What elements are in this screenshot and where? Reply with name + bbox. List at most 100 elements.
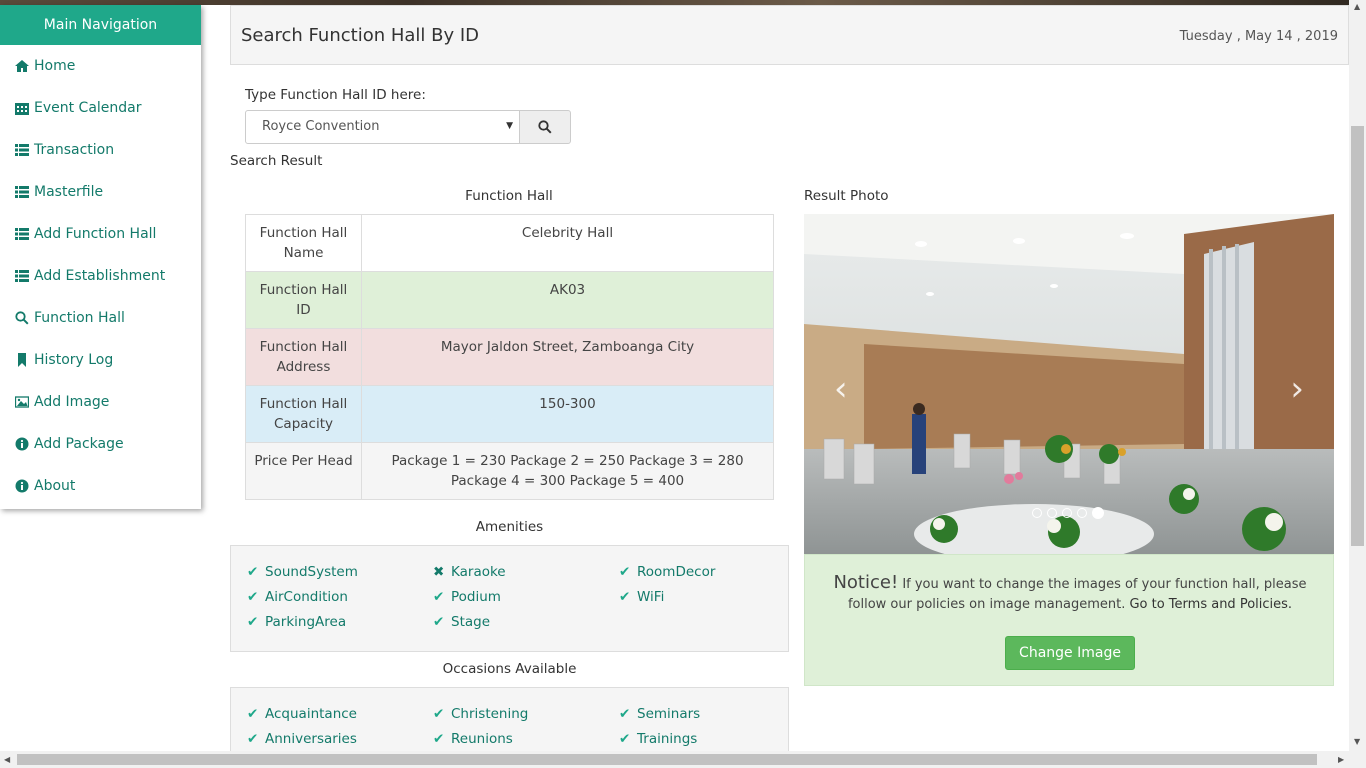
- carousel-indicator[interactable]: [1062, 508, 1072, 518]
- amenities-grid: ✔ SoundSystem ✖ Karaoke ✔ RoomDecor ✔ AirCondit…: [247, 562, 805, 632]
- horizontal-scroll-thumb[interactable]: [17, 754, 1317, 765]
- sidebar-item-home[interactable]: Home: [0, 45, 201, 87]
- check-icon: ✔: [619, 731, 631, 747]
- scroll-up-icon[interactable]: ▲: [1354, 2, 1360, 11]
- sidebar-item-history-log[interactable]: History Log: [0, 339, 201, 381]
- scroll-down-icon[interactable]: ▼: [1354, 737, 1360, 746]
- terms-link[interactable]: Go to Terms and Policies.: [1129, 597, 1292, 612]
- search-label: Type Function Hall ID here:: [245, 87, 426, 103]
- carousel-indicator[interactable]: [1047, 508, 1057, 518]
- horizontal-scrollbar[interactable]: ◀ ▶: [0, 751, 1366, 768]
- occasion-item: ✔ Acquaintance: [247, 704, 433, 724]
- table-row: Function Hall Capacity 150-300: [245, 385, 774, 443]
- notice-text: Notice! If you want to change the images…: [825, 573, 1315, 615]
- item-label: AirCondition: [265, 589, 348, 605]
- occasion-item: ✔ Seminars: [619, 704, 805, 724]
- search-icon: [15, 311, 29, 325]
- check-icon: ✔: [619, 564, 631, 580]
- check-icon: ✔: [433, 731, 445, 747]
- list-icon: [15, 227, 29, 241]
- list-icon: [15, 269, 29, 283]
- carousel-indicator[interactable]: [1077, 508, 1087, 518]
- sidebar-item-label: Add Function Hall: [34, 226, 157, 242]
- amenity-item: ✔ AirCondition: [247, 587, 433, 607]
- search-result-label: Search Result: [230, 153, 323, 169]
- item-label: Reunions: [451, 731, 513, 747]
- sidebar-item-add-function-hall[interactable]: Add Function Hall: [0, 213, 201, 255]
- check-icon: ✔: [247, 589, 259, 605]
- sidebar-item-event-calendar[interactable]: Event Calendar: [0, 87, 201, 129]
- result-photo-title: Result Photo: [804, 188, 889, 204]
- info-icon: [15, 479, 29, 493]
- sidebar-item-label: Home: [34, 58, 76, 74]
- amenity-item: ✔ Stage: [433, 612, 619, 632]
- table-row: Function Hall Name Celebrity Hall: [245, 214, 774, 272]
- carousel-indicator[interactable]: [1092, 507, 1104, 519]
- row-value: Mayor Jaldon Street, Zamboanga City: [361, 328, 774, 386]
- row-value: Celebrity Hall: [361, 214, 774, 272]
- info-icon: [15, 437, 29, 451]
- item-label: Christening: [451, 706, 529, 722]
- item-label: Trainings: [637, 731, 698, 747]
- vertical-scrollbar[interactable]: ▲ ▼: [1349, 0, 1366, 751]
- notice-panel: Notice! If you want to change the images…: [804, 554, 1334, 686]
- sidebar-item-label: Masterfile: [34, 184, 104, 200]
- row-key: Function Hall Name: [245, 214, 362, 272]
- carousel-prev-icon[interactable]: ‹: [834, 369, 848, 409]
- check-icon: ✔: [619, 706, 631, 722]
- function-hall-title: Function Hall: [465, 188, 553, 204]
- carousel-indicators: [1032, 507, 1104, 519]
- search-button[interactable]: [519, 110, 571, 144]
- amenity-item: ✔ WiFi: [619, 587, 805, 607]
- sidebar-item-label: Event Calendar: [34, 100, 142, 116]
- cross-icon: ✖: [433, 564, 445, 580]
- home-icon: [15, 59, 29, 73]
- amenities-panel: ✔ SoundSystem ✖ Karaoke ✔ RoomDecor ✔ AirCondit…: [230, 545, 789, 652]
- table-row: Function Hall Address Mayor Jaldon Stree…: [245, 328, 774, 386]
- amenities-title: Amenities: [475, 519, 544, 535]
- occasion-item: ✔ Trainings: [619, 729, 805, 749]
- calendar-icon: [15, 101, 29, 115]
- sidebar-item-add-establishment[interactable]: Add Establishment: [0, 255, 201, 297]
- sidebar-item-transaction[interactable]: Transaction: [0, 129, 201, 171]
- occasion-item: ✔ Anniversaries: [247, 729, 433, 749]
- scroll-left-icon[interactable]: ◀: [4, 755, 10, 764]
- amenity-item: ✔ SoundSystem: [247, 562, 433, 582]
- table-row: Function Hall ID AK03: [245, 271, 774, 329]
- check-icon: ✔: [433, 706, 445, 722]
- bookmark-icon: [15, 353, 29, 367]
- item-label: Acquaintance: [265, 706, 357, 722]
- function-hall-select[interactable]: Royce Convention ▼: [245, 110, 520, 144]
- result-photo-carousel: ‹ ›: [804, 214, 1334, 554]
- sidebar-item-label: About: [34, 478, 76, 494]
- page-header: Search Function Hall By ID Tuesday , May…: [230, 5, 1349, 65]
- row-key: Price Per Head: [245, 442, 362, 500]
- item-label: WiFi: [637, 589, 665, 605]
- item-label: Karaoke: [451, 564, 506, 580]
- carousel-indicator[interactable]: [1032, 508, 1042, 518]
- item-label: Anniversaries: [265, 731, 357, 747]
- sidebar-item-add-package[interactable]: Add Package: [0, 423, 201, 465]
- vertical-scroll-thumb[interactable]: [1351, 126, 1364, 546]
- sidebar-item-label: Transaction: [34, 142, 115, 158]
- sidebar-item-label: Add Package: [34, 436, 124, 452]
- scroll-right-icon[interactable]: ▶: [1338, 755, 1344, 764]
- sidebar-item-add-image[interactable]: Add Image: [0, 381, 201, 423]
- item-label: ParkingArea: [265, 614, 347, 630]
- carousel-next-icon[interactable]: ›: [1290, 369, 1304, 409]
- item-label: Stage: [451, 614, 491, 630]
- occasion-item: ✔ Reunions: [433, 729, 619, 749]
- sidebar-item-about[interactable]: About: [0, 465, 201, 507]
- check-icon: ✔: [247, 706, 259, 722]
- amenity-item: ✖ Karaoke: [433, 562, 619, 582]
- list-icon: [15, 185, 29, 199]
- list-icon: [15, 143, 29, 157]
- sidebar-item-masterfile[interactable]: Masterfile: [0, 171, 201, 213]
- search-icon: [538, 120, 552, 134]
- select-arrow-icon: ▼: [506, 121, 513, 131]
- check-icon: ✔: [433, 614, 445, 630]
- sidebar-item-function-hall[interactable]: Function Hall: [0, 297, 201, 339]
- change-image-button[interactable]: Change Image: [1005, 636, 1135, 670]
- header-date: Tuesday , May 14 , 2019: [1179, 29, 1338, 44]
- occasions-title: Occasions Available: [442, 661, 577, 677]
